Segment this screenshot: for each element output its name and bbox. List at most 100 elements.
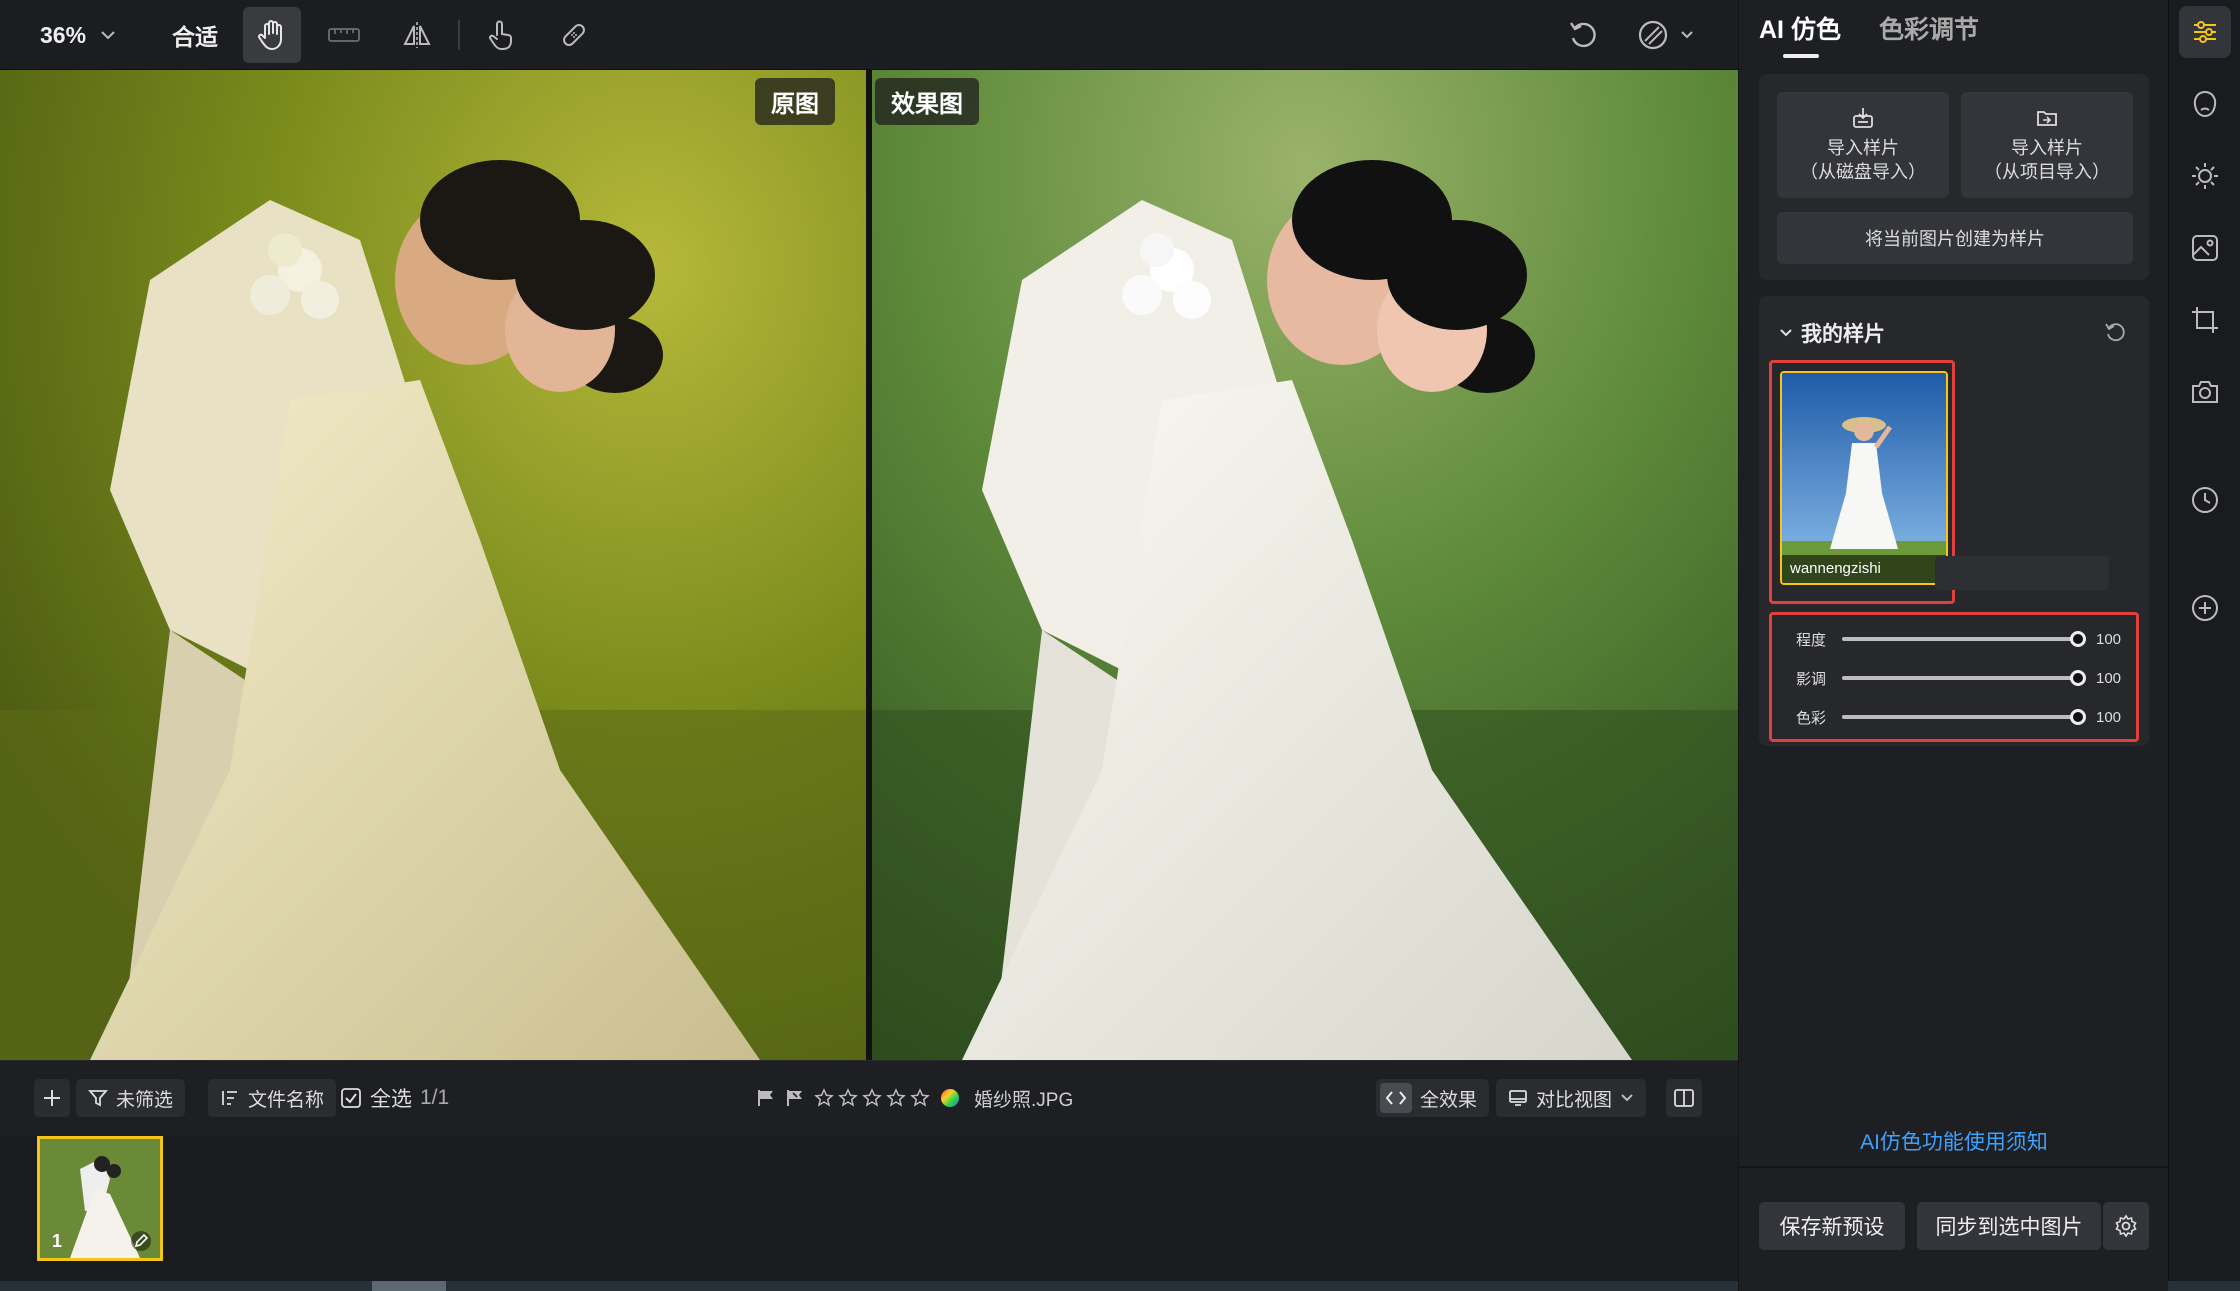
plus-circle-icon bbox=[2192, 595, 2218, 621]
touch-tool-button[interactable] bbox=[472, 7, 530, 63]
usage-notice-link[interactable]: AI仿色功能使用须知 bbox=[1739, 1126, 2169, 1156]
reject-flag-icon[interactable] bbox=[785, 1088, 805, 1108]
sort-list-icon bbox=[222, 1091, 237, 1105]
sync-to-selected-button[interactable]: 同步到选中图片 bbox=[1917, 1202, 2101, 1250]
import-disk-line1: 导入样片 bbox=[1827, 138, 1899, 158]
rail-adjust-button[interactable] bbox=[2179, 6, 2231, 58]
checkbox-icon bbox=[341, 1088, 361, 1108]
full-effect-button[interactable]: 全效果 bbox=[1376, 1079, 1490, 1117]
split-view-button[interactable] bbox=[1666, 1079, 1702, 1117]
bandage-tool-button[interactable] bbox=[545, 7, 603, 63]
tab-color-adjust[interactable]: 色彩调节 bbox=[1879, 10, 1979, 58]
star-rating[interactable] bbox=[814, 1088, 930, 1108]
sample-empty-slot bbox=[1935, 556, 2109, 590]
chevron-down-icon bbox=[1681, 31, 1693, 39]
add-button[interactable] bbox=[34, 1079, 70, 1117]
color-label-icon[interactable] bbox=[939, 1087, 961, 1109]
original-photo bbox=[0, 70, 866, 1060]
star-icon[interactable] bbox=[838, 1088, 858, 1108]
sample-name: wannengzishi bbox=[1782, 555, 1946, 583]
face-icon bbox=[2193, 90, 2217, 118]
sort-label: 文件名称 bbox=[248, 1089, 325, 1111]
folder-import-icon bbox=[2037, 111, 2057, 126]
slider-track[interactable] bbox=[1842, 670, 2086, 686]
slider-track[interactable] bbox=[1842, 709, 2086, 725]
plus-icon bbox=[44, 1090, 60, 1106]
star-icon[interactable] bbox=[814, 1088, 834, 1108]
import-disk-line2: （从磁盘导入） bbox=[1800, 162, 1926, 182]
filmstrip-thumbnail[interactable]: 1 bbox=[37, 1136, 163, 1261]
refresh-icon[interactable] bbox=[2103, 320, 2127, 344]
file-name: 婚纱照.JPG bbox=[974, 1089, 1074, 1111]
zoom-dropdown[interactable]: 36% bbox=[40, 16, 116, 54]
effect-label: 效果图 bbox=[875, 78, 979, 125]
select-all-checkbox[interactable]: 全选 1/1 bbox=[340, 1079, 449, 1117]
rotate-ccw-icon bbox=[1570, 22, 1596, 48]
top-toolbar: 36% 合适 bbox=[0, 0, 1738, 70]
filter-button[interactable]: 未筛选 bbox=[76, 1079, 186, 1117]
overlay-mode-dropdown[interactable] bbox=[1625, 7, 1705, 63]
undo-button[interactable] bbox=[1554, 7, 1612, 63]
image-edit-icon bbox=[2192, 235, 2218, 261]
settings-button[interactable] bbox=[2103, 1202, 2149, 1250]
create-sample-button[interactable]: 将当前图片创建为样片 bbox=[1777, 212, 2133, 264]
slider-label: 色彩 bbox=[1796, 709, 1827, 727]
full-effect-label: 全效果 bbox=[1420, 1089, 1478, 1111]
gear-icon bbox=[2115, 1214, 2137, 1238]
right-panel: AI 仿色 色彩调节 导入样片 （从磁盘导入） 导入样片 （从项目导入） 将当前… bbox=[1738, 0, 2169, 1291]
my-samples-title: 我的样片 bbox=[1801, 323, 1885, 346]
chevron-down-icon bbox=[101, 31, 115, 40]
slider-strength[interactable]: 程度 100 bbox=[1796, 627, 2142, 651]
slider-knob[interactable] bbox=[2070, 670, 2086, 686]
fit-button[interactable]: 合适 bbox=[172, 18, 218, 52]
disk-import-icon bbox=[1853, 108, 1873, 128]
effect-image-pane[interactable]: 效果图 bbox=[872, 70, 1738, 1060]
chevron-down-icon bbox=[1780, 329, 1792, 337]
filter-icon bbox=[88, 1090, 108, 1107]
tab-ai-color-match[interactable]: AI 仿色 bbox=[1759, 10, 1841, 58]
star-icon[interactable] bbox=[910, 1088, 930, 1108]
original-image-pane[interactable]: 原图 bbox=[0, 70, 866, 1060]
star-icon[interactable] bbox=[862, 1088, 882, 1108]
select-all-label: 全选 bbox=[370, 1088, 412, 1111]
import-from-project-button[interactable]: 导入样片 （从项目导入） bbox=[1961, 92, 2133, 198]
filter-label: 未筛选 bbox=[116, 1089, 174, 1111]
flip-icon bbox=[403, 22, 431, 48]
rail-light-button[interactable] bbox=[2179, 150, 2231, 202]
slider-label: 影调 bbox=[1796, 670, 1827, 688]
slider-color[interactable]: 色彩 100 bbox=[1796, 705, 2142, 729]
image-meta-tools: 婚纱照.JPG bbox=[756, 1079, 1073, 1117]
my-samples-header[interactable]: 我的样片 bbox=[1779, 318, 1885, 348]
import-from-disk-button[interactable]: 导入样片 （从磁盘导入） bbox=[1777, 92, 1949, 198]
rail-add-button[interactable] bbox=[2179, 582, 2231, 634]
slider-knob[interactable] bbox=[2070, 709, 2086, 725]
sample-thumbnail[interactable]: wannengzishi bbox=[1780, 371, 1948, 585]
slider-tone[interactable]: 影调 100 bbox=[1796, 666, 2142, 690]
slider-track[interactable] bbox=[1842, 631, 2086, 647]
app-window: 36% 合适 原图 效果图 未筛选 文件名称 全选 1/1 婚纱照.JPG 全效… bbox=[0, 0, 2240, 1291]
slider-label: 程度 bbox=[1796, 631, 1827, 649]
rail-history-button[interactable] bbox=[2179, 474, 2231, 526]
crop-icon bbox=[2192, 307, 2218, 333]
slider-knob[interactable] bbox=[2070, 631, 2086, 647]
star-icon[interactable] bbox=[886, 1088, 906, 1108]
sort-button[interactable]: 文件名称 bbox=[208, 1079, 337, 1117]
rail-crop-button[interactable] bbox=[2179, 294, 2231, 346]
ruler-tool-button[interactable] bbox=[315, 7, 373, 63]
rail-portrait-button[interactable] bbox=[2179, 78, 2231, 130]
compare-view-dropdown[interactable]: 对比视图 bbox=[1496, 1079, 1647, 1117]
slider-value: 100 bbox=[2096, 630, 2122, 648]
flip-tool-button[interactable] bbox=[388, 7, 446, 63]
sliders-icon bbox=[2194, 21, 2216, 43]
camera-icon bbox=[2192, 381, 2218, 403]
hand-tool-button[interactable] bbox=[243, 7, 301, 63]
rail-camera-button[interactable] bbox=[2179, 366, 2231, 418]
flag-icon[interactable] bbox=[756, 1088, 776, 1108]
taskbar-scroll-thumb[interactable] bbox=[372, 1281, 446, 1291]
rail-image-button[interactable] bbox=[2179, 222, 2231, 274]
bottom-toolbar: 未筛选 文件名称 全选 1/1 婚纱照.JPG 全效果 对比视图 bbox=[0, 1060, 1738, 1136]
import-card: 导入样片 （从磁盘导入） 导入样片 （从项目导入） 将当前图片创建为样片 bbox=[1759, 74, 2149, 280]
image-canvas[interactable]: 原图 效果图 bbox=[0, 70, 1738, 1060]
save-preset-button[interactable]: 保存新预设 bbox=[1759, 1202, 1905, 1250]
compare-view-label: 对比视图 bbox=[1536, 1089, 1613, 1111]
